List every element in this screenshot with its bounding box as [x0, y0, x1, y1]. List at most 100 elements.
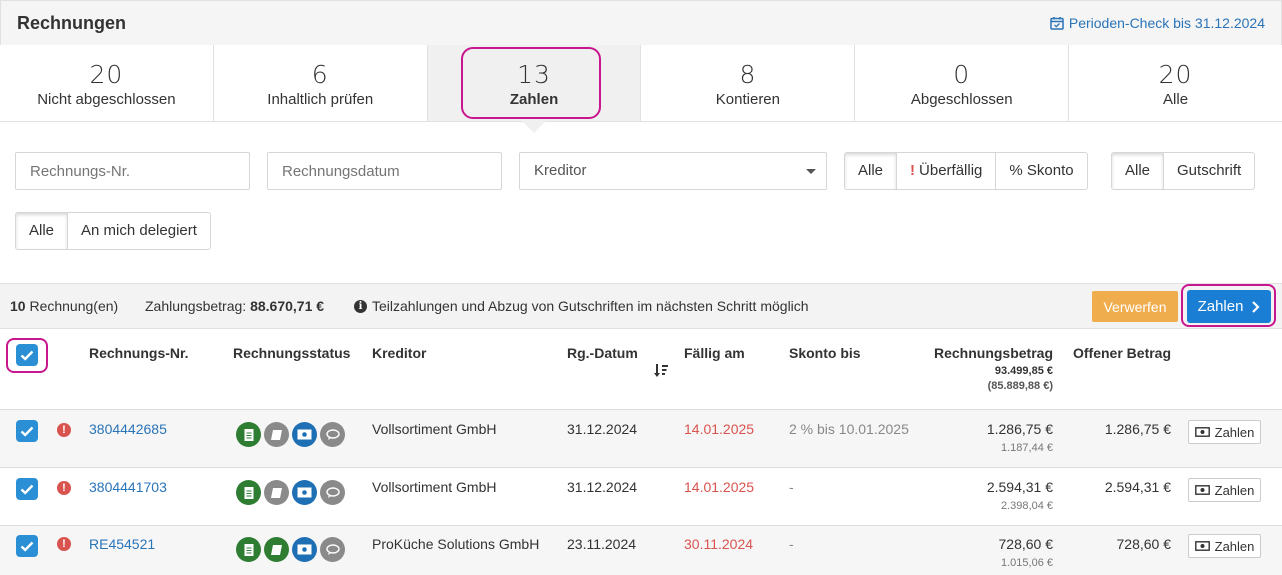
creditor-select-value: Kreditor	[534, 162, 587, 179]
invoice-number-link[interactable]: RE454521	[89, 536, 155, 552]
due-filter-skonto[interactable]: % Skonto	[996, 153, 1086, 189]
col-open[interactable]: Offener Betrag	[1073, 345, 1171, 361]
status-tabs: 20 Nicht abgeschlossen 6 Inhaltlich prüfen…	[0, 45, 1282, 133]
invoice-date: 31.12.2024	[567, 421, 638, 437]
money-icon	[1194, 427, 1210, 437]
credit-filter-gutschrift[interactable]: Gutschrift	[1164, 153, 1254, 189]
document-icon[interactable]	[236, 537, 261, 562]
creditor-select[interactable]: Kreditor	[519, 152, 827, 190]
book-icon[interactable]	[264, 422, 289, 447]
col-invoice-no[interactable]: Rechnungs-Nr.	[89, 345, 189, 361]
tab-alle[interactable]: 20 Alle	[1069, 45, 1282, 121]
creditor-name: ProKüche Solutions GmbH	[372, 536, 540, 552]
amount-total-net: (85.889,88 €)	[987, 380, 1053, 392]
money-icon[interactable]	[292, 480, 317, 505]
tab-nicht-abgeschlossen[interactable]: 20 Nicht abgeschlossen	[0, 45, 214, 121]
invoice-number-link[interactable]: 3804442685	[89, 421, 167, 437]
selected-count: 10 Rechnung(en)	[10, 298, 118, 314]
info-icon: i	[354, 299, 367, 313]
status-icons	[236, 537, 345, 562]
payment-amount: Zahlungsbetrag: 88.670,71 €	[145, 298, 324, 314]
page-title: Rechnungen	[17, 13, 127, 33]
invoice-amount-net: 2.398,04 €	[1001, 500, 1053, 512]
money-icon[interactable]	[292, 422, 317, 447]
row-pay-button[interactable]: Zahlen	[1188, 478, 1261, 502]
row-pay-label: Zahlen	[1214, 424, 1255, 440]
tab-count: 20	[89, 60, 124, 89]
due-filter-ueberfaellig-label: Überfällig	[919, 162, 983, 179]
document-icon[interactable]	[236, 422, 261, 447]
invoice-number-link[interactable]: 3804441703	[89, 479, 167, 495]
selected-count-number: 10	[10, 298, 26, 314]
comment-icon[interactable]	[320, 480, 345, 505]
table-row[interactable]: ! 3804442685 Vollsortiment GmbH 31.12.20…	[0, 410, 1282, 468]
invoice-date-input[interactable]	[267, 152, 502, 190]
invoice-amount-gross: 728,60 €	[998, 536, 1054, 552]
due-filter-alle[interactable]: Alle	[845, 153, 898, 189]
due-date: 14.01.2025	[684, 421, 755, 437]
tab-count: 0	[953, 60, 971, 89]
row-pay-label: Zahlen	[1214, 482, 1255, 498]
discard-button[interactable]: Verwerfen	[1092, 291, 1178, 322]
table-row[interactable]: ! 3804441703 Vollsortiment GmbH 31.12.20…	[0, 468, 1282, 526]
tab-label: Kontieren	[715, 91, 780, 108]
col-amount[interactable]: Rechnungsbetrag 93.499,85 € (85.889,88 €…	[900, 345, 1053, 392]
table-row[interactable]: ! RE454521 ProKüche Solutions GmbH 23.11…	[0, 526, 1282, 575]
status-icons	[236, 480, 345, 505]
tab-inhaltlich-pruefen[interactable]: 6 Inhaltlich prüfen	[213, 45, 428, 121]
money-icon	[1194, 541, 1210, 551]
tab-abgeschlossen[interactable]: 0 Abgeschlossen	[855, 45, 1070, 121]
invoice-amount: 1.286,75 € 1.187,44 €	[900, 421, 1053, 454]
tab-count: 6	[311, 60, 329, 89]
col-amount-label: Rechnungsbetrag	[933, 345, 1053, 361]
active-tab-caret	[522, 121, 547, 133]
row-checkbox[interactable]	[16, 478, 38, 500]
comment-icon[interactable]	[320, 422, 345, 447]
book-icon[interactable]	[264, 537, 289, 562]
col-date[interactable]: Rg.-Datum	[567, 345, 638, 361]
open-amount: 2.594,31 €	[1104, 479, 1171, 495]
col-skonto[interactable]: Skonto bis	[789, 345, 861, 361]
sort-descending-icon[interactable]	[653, 363, 669, 378]
partial-payment-info-text: Teilzahlungen und Abzug von Gutschriften…	[372, 298, 809, 314]
row-pay-button[interactable]: Zahlen	[1188, 534, 1261, 558]
tab-kontieren[interactable]: 8 Kontieren	[641, 45, 856, 121]
tab-label: Alle	[1163, 91, 1189, 108]
due-date: 14.01.2025	[684, 479, 755, 495]
invoice-amount-gross: 2.594,31 €	[986, 479, 1053, 495]
delegation-filter-mine[interactable]: An mich delegiert	[68, 213, 210, 249]
comment-icon[interactable]	[320, 537, 345, 562]
col-status[interactable]: Rechnungsstatus	[233, 345, 350, 361]
invoice-amount-gross: 1.286,75 €	[986, 421, 1053, 437]
due-filter-ueberfaellig[interactable]: ! Überfällig	[897, 153, 997, 189]
invoice-number-input[interactable]	[15, 152, 250, 190]
status-icons	[236, 422, 345, 447]
row-pay-button[interactable]: Zahlen	[1188, 420, 1261, 444]
open-amount: 728,60 €	[1116, 536, 1172, 552]
delegation-filter-group: Alle An mich delegiert	[15, 212, 211, 250]
open-amount: 1.286,75 €	[1104, 421, 1171, 437]
tab-label: Abgeschlossen	[910, 91, 1013, 108]
caret-down-icon	[806, 169, 816, 174]
partial-payment-info: i Teilzahlungen und Abzug von Gutschrifte…	[354, 298, 809, 314]
row-pay-label: Zahlen	[1214, 538, 1255, 554]
document-icon[interactable]	[236, 480, 261, 505]
row-checkbox[interactable]	[16, 535, 38, 557]
tab-count: 20	[1158, 60, 1193, 89]
period-check-label: Perioden-Check bis 31.12.2024	[1068, 15, 1265, 31]
amount-total: 93.499,85 €	[994, 365, 1053, 377]
row-checkbox[interactable]	[16, 420, 38, 442]
book-icon[interactable]	[264, 480, 289, 505]
page-header: Rechnungen Perioden-Check bis 31.12.2024	[0, 0, 1282, 46]
checkmark-icon	[20, 541, 34, 552]
col-creditor[interactable]: Kreditor	[372, 345, 426, 361]
creditor-name: Vollsortiment GmbH	[372, 421, 497, 437]
due-date: 30.11.2024	[684, 536, 754, 552]
credit-filter-alle[interactable]: Alle	[1112, 153, 1165, 189]
money-icon[interactable]	[292, 537, 317, 562]
delegation-filter-alle[interactable]: Alle	[16, 213, 69, 249]
creditor-name: Vollsortiment GmbH	[372, 479, 497, 495]
period-check-link[interactable]: Perioden-Check bis 31.12.2024	[1050, 15, 1265, 31]
highlight-outline-pay-button	[1181, 284, 1276, 327]
col-due[interactable]: Fällig am	[684, 345, 745, 361]
